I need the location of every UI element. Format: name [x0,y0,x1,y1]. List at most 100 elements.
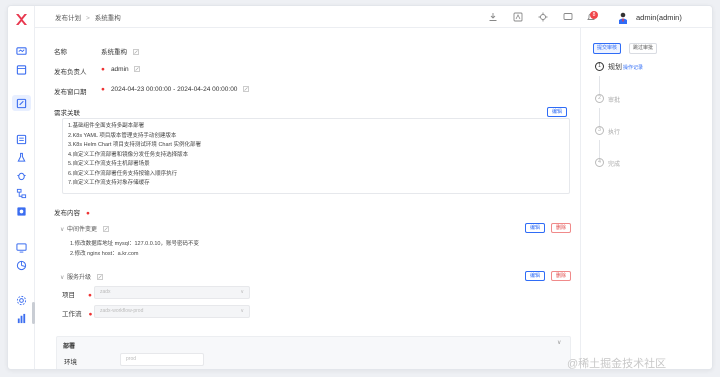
list-item: 6.自定义工作流部署任务支持按输入顺序执行 [68,170,178,177]
env-select-value: prod [126,356,137,362]
name-value: 系统重构 [101,46,139,56]
breadcrumb-parent[interactable]: 发布计划 [55,15,81,22]
project-select-value: zadx [100,289,111,295]
step-connector [599,108,600,126]
bar-chart-icon[interactable] [16,313,27,324]
dashboard-icon[interactable] [16,242,27,253]
content-label-text: 发布内容 [54,210,80,217]
download-icon[interactable] [488,12,498,22]
middleware-list: 1.修改数据库地址 mysql：127.0.0.10，账号密码不变 2.修改 n… [70,240,199,259]
workflow-label-text: 工作流 [62,311,82,318]
list-item: 7.自定义工作流支持对象存储缓存 [68,180,150,186]
chevron-down-icon[interactable]: ∨ [557,339,561,346]
pie-chart-icon[interactable] [16,260,27,271]
project-label: 项目 ● [62,289,92,299]
user-avatar[interactable] [618,11,628,24]
operation-log-link[interactable]: 操作记录 [623,64,643,71]
content-label: 发布内容 ● [54,207,90,217]
logo-icon[interactable] [15,13,28,26]
list-item: 3.K8s Helm Chart 项目支持测试环境 Chart 实例化部署 [68,142,201,148]
required-marker: ● [101,66,105,73]
middleware-section-header[interactable]: ∨ 中间件变更 [60,224,109,233]
app-window: 发布计划 > 系统重构 8 admin(admin) 名称 系统重构 发布负责人 ●… [7,5,713,370]
owner-value: ● admin [101,66,141,73]
owner-label: 发布负责人 [54,69,87,76]
breadcrumb-current: 系统重构 [94,15,121,22]
env-label: 环境 [64,359,77,366]
chevron-down-icon[interactable]: ∨ [60,226,67,233]
top-bar: 发布计划 > 系统重构 [35,6,712,28]
required-marker: ● [88,311,93,318]
list-item: 5.自定义工作流支持主机部署场景 [68,161,150,167]
edit-icon[interactable] [133,49,139,55]
step-2-circle: 2 [595,94,604,103]
flask-icon[interactable] [16,152,27,163]
notification-badge: 8 [590,11,598,19]
network-icon[interactable] [16,188,27,199]
required-marker: ● [86,210,90,217]
list-icon[interactable] [16,134,27,145]
window-value: ● 2024-04-23 00:00:00 - 2024-04-24 00:00:… [101,86,250,93]
step-4-circle: 4 [595,158,604,167]
bug-icon[interactable] [16,170,27,181]
user-name[interactable]: admin(admin) [636,13,682,22]
project-select[interactable]: zadx ∨ [94,286,250,299]
settings-icon[interactable] [16,295,27,306]
middleware-delete-button[interactable]: 删除 [551,223,571,233]
workflow-select[interactable]: zadx-workflow-prod ∨ [94,305,250,318]
project-label-text: 项目 [62,292,75,299]
list-item: 1.基础组件全面支持多副本部署 [68,123,145,129]
storage-icon[interactable] [16,206,27,217]
chevron-down-icon[interactable]: ∨ [60,274,67,281]
chevron-down-icon: ∨ [240,289,244,295]
workflow-label: 工作流 ● [62,308,92,318]
deploy-title: 部署 [63,344,76,350]
submit-review-button[interactable]: 提交审核 [593,43,621,54]
service-section-header[interactable]: ∨ 服务升级 [60,272,103,281]
workflow-select-value: zadx-workflow-prod [100,308,144,314]
edit-icon[interactable] [134,66,141,72]
requirements-list: 1.基础组件全面支持多副本部署 2.K8s YAML 项目版本管理支持手动创建版… [68,122,201,189]
middleware-title: 中间件变更 [67,227,98,233]
env-select[interactable]: prod [120,353,204,366]
step-3-label: 执行 [608,130,621,136]
requirements-label: 需求关联 [54,110,80,117]
release-plan-icon[interactable] [16,98,27,109]
step-1-circle: 1 [595,62,604,71]
list-item: 2.K8s YAML 项目版本管理支持手动创建版本 [68,132,177,139]
plugin-icon[interactable] [538,12,548,22]
monitor-icon[interactable] [16,46,27,57]
requirements-edit-button[interactable]: 编辑 [547,107,567,117]
chevron-down-icon: ∨ [240,308,244,314]
window-text: 2024-04-23 00:00:00 - 2024-04-24 00:00:0… [110,86,238,93]
list-item: 4.自定义工作流部署和镜像分发任务支持选择版本 [68,151,189,158]
list-item: 1.修改数据库地址 mysql：127.0.0.10，账号密码不变 [70,241,199,247]
name-text: 系统重构 [101,49,127,56]
owner-text: admin [110,66,129,73]
edit-icon[interactable] [102,226,109,232]
list-item: 2.修改 nginx host：a.kr.com [70,250,139,257]
required-marker: ● [101,86,105,93]
breadcrumb: 发布计划 > 系统重构 [55,12,121,22]
step-2-label: 审批 [608,98,621,104]
watermark: @稀土掘金技术社区 [567,358,667,370]
step-4-label: 完成 [608,162,621,168]
sidebar [8,6,35,369]
service-edit-button[interactable]: 编辑 [525,271,545,281]
translate-icon[interactable] [513,12,523,22]
step-1-label: 规划 [608,64,622,71]
edit-icon[interactable] [243,86,250,92]
message-icon[interactable] [563,12,573,22]
window-label: 发布窗口期 [54,89,87,96]
edit-icon[interactable] [96,274,103,280]
calendar-icon[interactable] [16,64,27,75]
service-delete-button[interactable]: 删除 [551,271,571,281]
breadcrumb-separator: > [86,15,90,22]
name-label: 名称 [54,49,67,56]
skip-approval-button[interactable]: 跳过审批 [629,43,657,54]
required-marker: ● [88,292,92,299]
step-connector [599,140,600,158]
step-3-circle: 3 [595,126,604,135]
middleware-edit-button[interactable]: 编辑 [525,223,545,233]
service-title: 服务升级 [67,275,92,281]
